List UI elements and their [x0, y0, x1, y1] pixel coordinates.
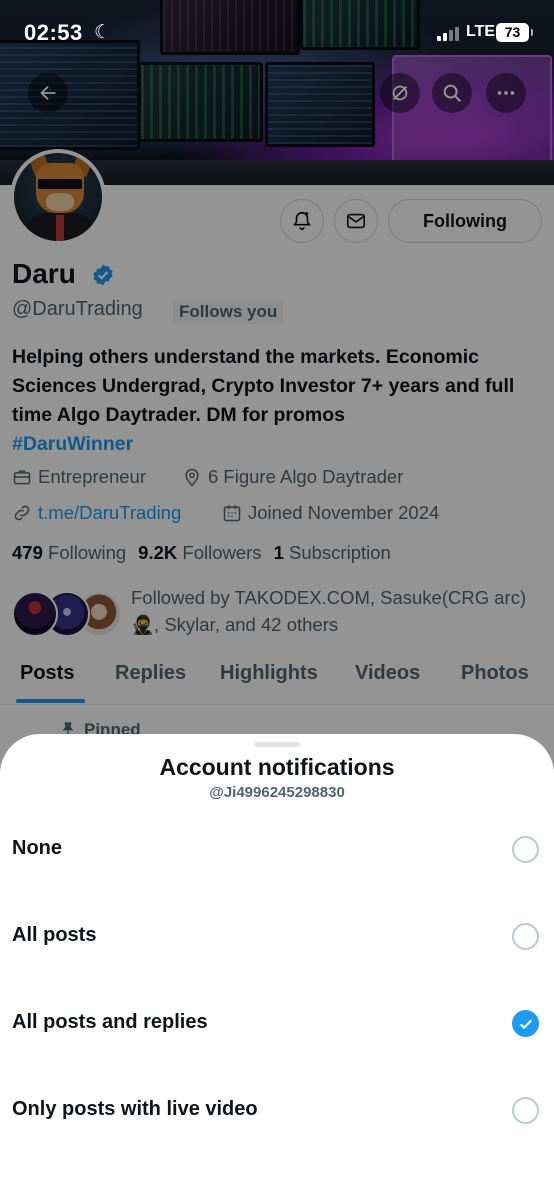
- status-bar: 02:53 ☾ LTE 73: [0, 0, 554, 62]
- battery-icon: 73: [496, 23, 533, 42]
- option-label: None: [12, 837, 62, 859]
- option-live-video[interactable]: Only posts with live video: [0, 1080, 554, 1140]
- radio-button[interactable]: [512, 1097, 539, 1124]
- option-label: All posts: [12, 924, 97, 946]
- check-icon: [519, 1019, 532, 1029]
- radio-button-selected[interactable]: [512, 1010, 539, 1037]
- account-notifications-sheet: Account notifications @Ji4996245298830 N…: [0, 734, 554, 1200]
- status-time: 02:53: [24, 20, 83, 45]
- signal-icon: [437, 26, 461, 41]
- radio-button[interactable]: [512, 923, 539, 950]
- sheet-subtitle: @Ji4996245298830: [209, 784, 345, 801]
- option-all-posts-and-replies[interactable]: All posts and replies: [0, 993, 554, 1053]
- sheet-grabber[interactable]: [254, 742, 300, 747]
- option-all-posts[interactable]: All posts: [0, 906, 554, 966]
- option-none[interactable]: None: [0, 819, 554, 879]
- option-label: Only posts with live video: [12, 1098, 258, 1120]
- sheet-title: Account notifications: [159, 754, 395, 780]
- option-label: All posts and replies: [12, 1011, 208, 1033]
- radio-button[interactable]: [512, 836, 539, 863]
- do-not-disturb-icon: ☾: [94, 22, 112, 43]
- network-type: LTE: [466, 23, 496, 40]
